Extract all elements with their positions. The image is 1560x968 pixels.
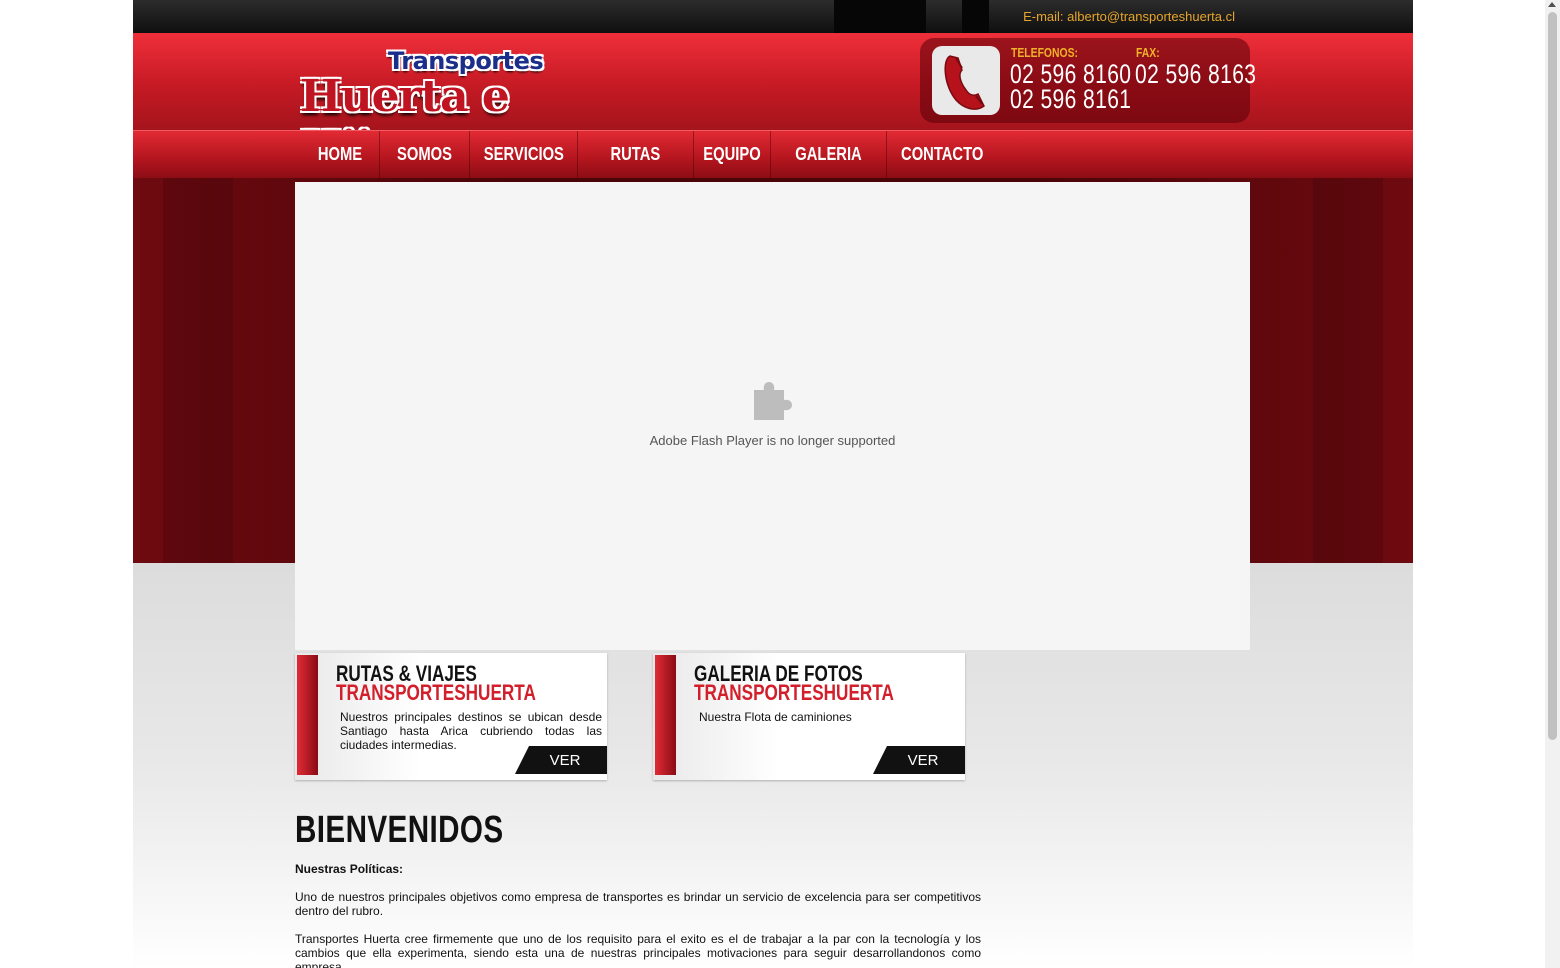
contact-phone-box: TELEFONOS: 02 596 8160 02 596 8161 FAX: …	[920, 38, 1256, 123]
box-description: Nuestros principales destinos se ubican …	[340, 710, 602, 752]
scrollbar[interactable]	[1545, 0, 1560, 968]
policies-heading: Nuestras Políticas:	[295, 862, 404, 876]
scroll-up-arrow-icon[interactable]	[1548, 2, 1556, 7]
nav-galeria[interactable]: GALERIA	[771, 131, 886, 178]
fax-label: FAX:	[1136, 45, 1160, 60]
phone-icon	[932, 46, 1000, 115]
page: E-mail: alberto@transporteshuerta.cl Tra…	[133, 0, 1413, 968]
fax-number: 02 596 8163	[1135, 59, 1257, 89]
nav-contacto[interactable]: CONTACTO	[887, 131, 997, 178]
routes-box: RUTAS & VIAJES TRANSPORTESHUERTA Nuestro…	[295, 653, 607, 780]
header: Transportes Huerta e Hijo TELEFONOS: 02 …	[133, 33, 1413, 173]
gallery-ver-button[interactable]: VER	[873, 746, 965, 774]
welcome-title: BIENVENIDOS	[295, 809, 504, 851]
routes-ver-button[interactable]: VER	[515, 746, 607, 774]
email-line: E-mail: alberto@transporteshuerta.cl	[1023, 9, 1235, 24]
flash-player-placeholder[interactable]: Adobe Flash Player is no longer supporte…	[295, 182, 1250, 650]
gallery-box: GALERIA DE FOTOS TRANSPORTESHUERTA Nuest…	[653, 653, 965, 780]
nav-home[interactable]: HOME	[301, 131, 378, 178]
email-label: E-mail:	[1023, 9, 1064, 24]
plugin-icon	[750, 378, 794, 427]
logo[interactable]: Transportes Huerta e Hijo	[298, 41, 618, 173]
welcome-paragraph: Uno de nuestros principales objetivos co…	[295, 890, 981, 918]
email-link[interactable]: alberto@transporteshuerta.cl	[1067, 9, 1235, 24]
nav-rutas[interactable]: RUTAS	[578, 131, 693, 178]
flash-unsupported-message: Adobe Flash Player is no longer supporte…	[649, 433, 896, 448]
box-subtitle: TRANSPORTESHUERTA	[336, 680, 536, 705]
nav-equipo[interactable]: EQUIPO	[694, 131, 770, 178]
box-accent-bar	[297, 655, 318, 775]
main-nav: HOME SOMOS SERVICIOS RUTAS EQUIPO GALERI…	[133, 130, 1413, 178]
box-description: Nuestra Flota de caminiones	[699, 710, 852, 724]
topbar-dark-block	[834, 0, 926, 33]
scroll-thumb[interactable]	[1548, 12, 1557, 740]
topbar-dark-block	[962, 0, 989, 33]
box-accent-bar	[655, 655, 676, 775]
welcome-paragraph: Transportes Huerta cree firmemente que u…	[295, 932, 981, 968]
top-bar: E-mail: alberto@transporteshuerta.cl	[133, 0, 1413, 33]
nav-somos[interactable]: SOMOS	[380, 131, 469, 178]
box-subtitle: TRANSPORTESHUERTA	[694, 680, 894, 705]
nav-servicios[interactable]: SERVICIOS	[470, 131, 577, 178]
phone-number-2: 02 596 8161	[1010, 84, 1132, 114]
phones-label: TELEFONOS:	[1011, 45, 1079, 60]
